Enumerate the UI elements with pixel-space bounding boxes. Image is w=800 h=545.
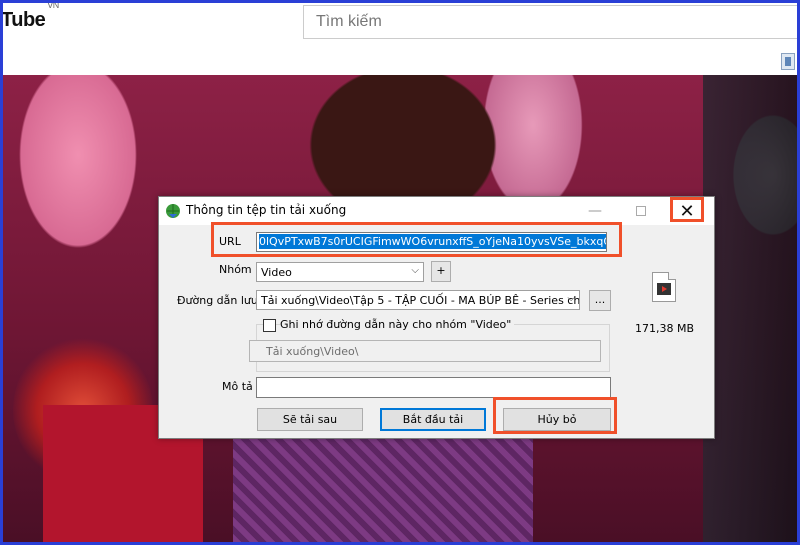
chevron-down-icon: ⌵	[567, 293, 575, 304]
default-path-field: Tải xuống\Video\	[249, 340, 601, 362]
browse-button[interactable]: ...	[589, 290, 611, 311]
url-field[interactable]: 0lQvPTxwB7s0rUCIGFimwWO6vrunxffS_oYjeNa1…	[256, 232, 607, 252]
idm-globe-icon	[166, 204, 180, 218]
save-path-select[interactable]: Tải xuống\Video\Tập 5 - TẬP CUỐI - MA BÚ…	[256, 290, 580, 310]
dialog-title: Thông tin tệp tin tải xuống	[186, 203, 347, 217]
extension-icon[interactable]	[781, 53, 795, 70]
maximize-icon	[636, 206, 646, 216]
youtube-logo[interactable]: TubeVN	[3, 3, 59, 32]
close-icon: ✕	[679, 200, 695, 222]
add-group-button[interactable]: +	[431, 261, 451, 282]
save-path-label: Đường dẫn lưu	[177, 294, 258, 307]
video-scene-background	[703, 75, 797, 542]
minimize-button[interactable]: —	[572, 197, 618, 225]
group-label: Nhóm	[219, 263, 252, 276]
remember-path-checkbox[interactable]	[263, 319, 276, 332]
play-icon	[657, 283, 671, 295]
description-field[interactable]	[256, 377, 611, 398]
description-label: Mô tả	[222, 380, 253, 393]
browser-header: TubeVN Tìm kiếm	[3, 3, 797, 75]
start-download-button[interactable]: Bắt đầu tải	[380, 408, 486, 431]
download-info-dialog: Thông tin tệp tin tải xuống — ✕ URL 0lQv…	[158, 196, 715, 439]
video-file-icon	[652, 272, 676, 302]
save-path-value: Tải xuống\Video\Tập 5 - TẬP CUỐI - MA BÚ…	[261, 294, 580, 307]
url-value: 0lQvPTxwB7s0rUCIGFimwWO6vrunxffS_oYjeNa1…	[259, 234, 606, 249]
chevron-down-icon: ⌵	[411, 265, 419, 276]
logo-region: VN	[47, 3, 59, 11]
minimize-icon: —	[588, 203, 602, 219]
download-later-button[interactable]: Sẽ tải sau	[257, 408, 363, 431]
group-select[interactable]: Video ⌵	[256, 262, 424, 282]
close-button[interactable]: ✕	[664, 197, 710, 225]
group-value: Video	[261, 266, 292, 279]
file-size: 171,38 MB	[635, 322, 695, 335]
url-label: URL	[219, 235, 241, 248]
cancel-button[interactable]: Hủy bỏ	[503, 408, 611, 431]
screen: TubeVN Tìm kiếm Thông tin tệp tin tải xu…	[3, 3, 797, 542]
remember-path-label: Ghi nhớ đường dẫn này cho nhóm "Video"	[280, 318, 515, 331]
maximize-button[interactable]	[618, 197, 664, 225]
dialog-titlebar[interactable]: Thông tin tệp tin tải xuống — ✕	[159, 197, 714, 225]
logo-text: Tube	[3, 9, 46, 31]
search-input[interactable]: Tìm kiếm	[303, 5, 797, 39]
